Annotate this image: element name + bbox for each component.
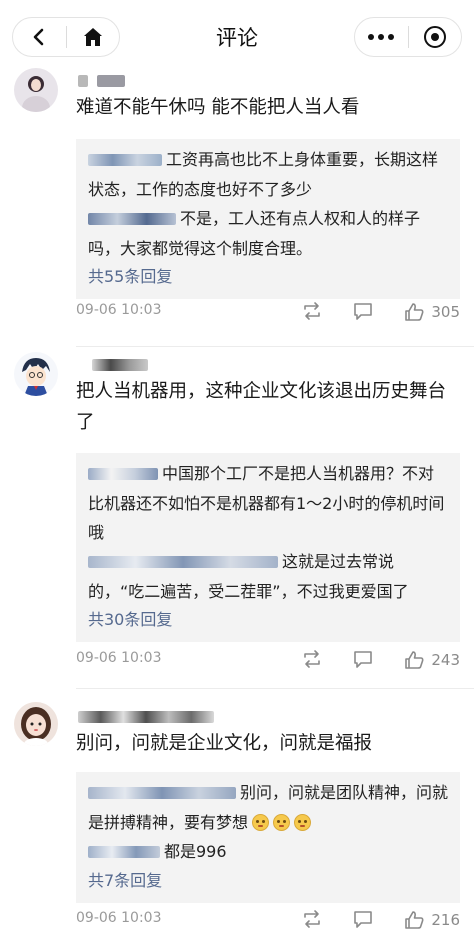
username-blurred[interactable] xyxy=(78,72,126,87)
reply-username-blurred[interactable] xyxy=(88,779,236,808)
cat-emoji-icon xyxy=(273,814,291,831)
comment-icon[interactable] xyxy=(352,648,374,670)
reply-item: 别问，问就是团队精神，问就是拼搏精神，要有梦想 xyxy=(88,778,448,837)
comment-time: 09-06 10:03 xyxy=(76,302,162,318)
comment-text: 别问，问就是企业文化，问就是福报 xyxy=(76,733,373,754)
target-circle-icon xyxy=(423,26,446,48)
comment-icon[interactable] xyxy=(352,300,374,322)
comment-meta: 09-06 10:03 243 xyxy=(76,648,460,672)
avatar[interactable] xyxy=(14,352,58,396)
thumbs-up-icon xyxy=(405,911,424,929)
divider xyxy=(76,688,474,689)
repost-icon[interactable] xyxy=(301,300,323,322)
reply-username-blurred[interactable] xyxy=(88,548,278,577)
comment-text: 把人当机器用，这种企业文化该退出历史舞台了 xyxy=(76,381,447,433)
reply-username-blurred[interactable] xyxy=(88,460,158,489)
like-button[interactable]: 305 xyxy=(403,300,460,324)
thumbs-up-icon xyxy=(405,651,424,669)
comment-time: 09-06 10:03 xyxy=(76,910,162,926)
like-button[interactable]: 216 xyxy=(403,908,460,932)
menu-capsule xyxy=(354,17,462,57)
more-replies-link[interactable]: 共7条回复 xyxy=(88,867,448,895)
reply-item: 中国那个工厂不是把人当机器用？不对比机器还不如怕不是机器都有1～2小时的停机时间… xyxy=(88,459,448,547)
divider xyxy=(76,346,474,347)
top-bar: 评论 xyxy=(0,0,474,74)
username-blurred[interactable] xyxy=(78,708,214,723)
reply-box[interactable]: 工资再高也比不上身体重要，长期这样状态，工作的态度也好不了多少 不是，工人还有点… xyxy=(76,139,460,299)
close-button[interactable] xyxy=(408,18,461,56)
reply-text: 都是996 xyxy=(164,842,227,861)
cat-emoji-icon xyxy=(252,814,270,831)
avatar[interactable] xyxy=(14,68,58,112)
reply-box[interactable]: 中国那个工厂不是把人当机器用？不对比机器还不如怕不是机器都有1～2小时的停机时间… xyxy=(76,453,460,642)
comment-icon[interactable] xyxy=(352,908,374,930)
more-replies-link[interactable]: 共55条回复 xyxy=(88,263,448,291)
reply-item: 不是，工人还有点人权和人的样子吗，大家都觉得这个制度合理。 xyxy=(88,204,448,263)
comment-text: 难道不能午休吗 能不能把人当人看 xyxy=(76,97,360,118)
reply-item: 都是996 xyxy=(88,837,448,867)
avatar[interactable] xyxy=(14,702,58,746)
more-button[interactable] xyxy=(355,18,408,56)
like-button[interactable]: 243 xyxy=(403,648,460,672)
thumbs-up-icon xyxy=(405,303,424,321)
comment-meta: 09-06 10:03 305 xyxy=(76,300,460,324)
repost-icon[interactable] xyxy=(301,648,323,670)
reply-username-blurred[interactable] xyxy=(88,838,160,867)
reply-username-blurred[interactable] xyxy=(88,146,162,175)
repost-icon[interactable] xyxy=(301,908,323,930)
comment-meta: 09-06 10:03 216 xyxy=(76,908,460,932)
cat-emoji-icon xyxy=(294,814,312,831)
like-count: 216 xyxy=(431,911,460,929)
reply-box[interactable]: 别问，问就是团队精神，问就是拼搏精神，要有梦想 都是996 共7条回复 xyxy=(76,772,460,903)
reply-username-blurred[interactable] xyxy=(88,205,176,234)
comment-time: 09-06 10:03 xyxy=(76,650,162,666)
like-count: 243 xyxy=(431,651,460,669)
username-blurred[interactable] xyxy=(92,356,148,371)
reply-item: 这就是过去常说的，“吃二遍苦，受二茬罪”，不过我更爱国了 xyxy=(88,547,448,606)
reply-item: 工资再高也比不上身体重要，长期这样状态，工作的态度也好不了多少 xyxy=(88,145,448,204)
more-dots-icon xyxy=(368,34,395,40)
more-replies-link[interactable]: 共30条回复 xyxy=(88,606,448,634)
like-count: 305 xyxy=(431,303,460,321)
